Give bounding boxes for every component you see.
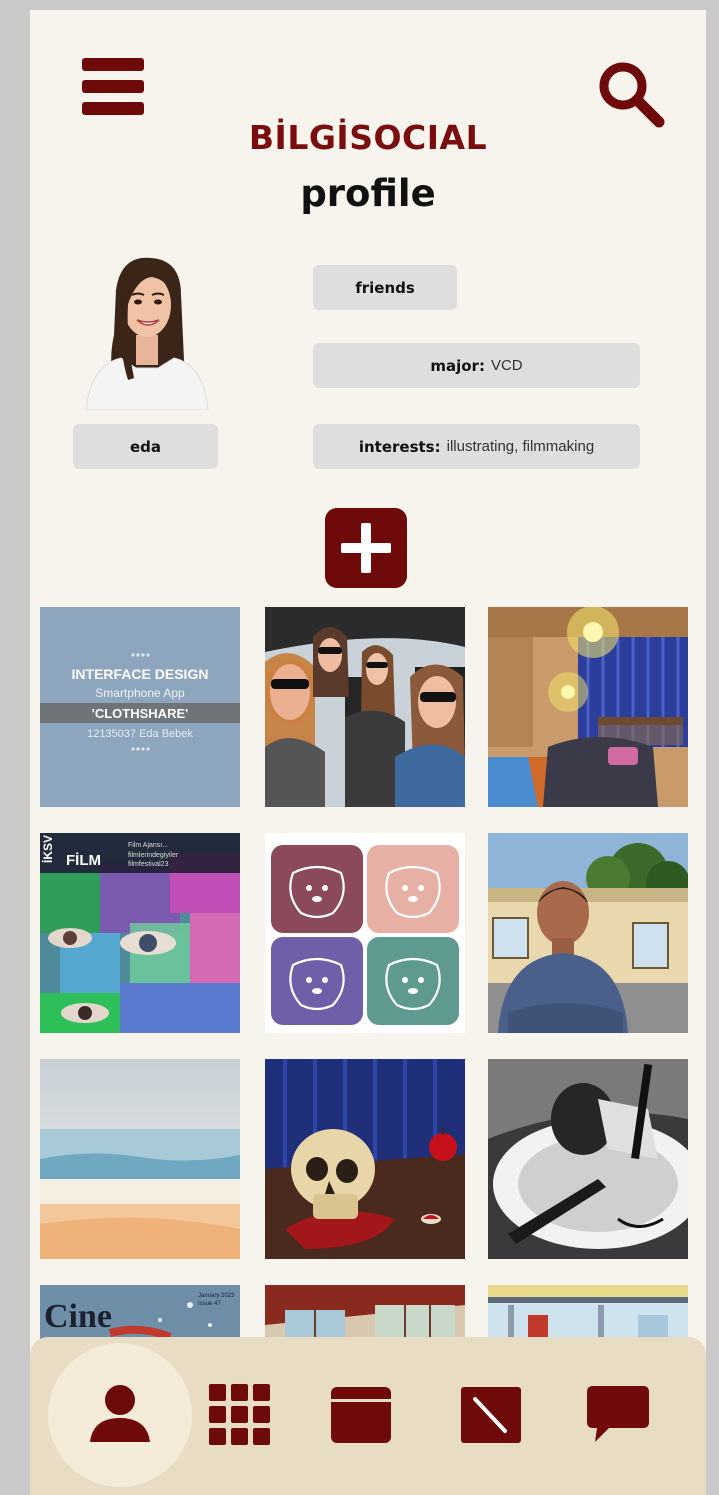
man-street-illustration [488,833,688,1033]
tile-text: January 2023 [198,1293,235,1299]
post-tile[interactable]: INTERFACE DESIGN Smartphone App 'CLOTHSH… [40,607,240,807]
tile-text: INTERFACE DESIGN [72,666,209,682]
beach-painting [40,1059,240,1259]
tile-text: FİLM [66,852,101,869]
major-value: VCD [490,357,523,374]
car-friends-illustration [265,607,465,807]
tile-text: Issue 47 [198,1301,221,1307]
phone-screen: BİLGİSOCIAL profile eda friends major: V… [30,10,706,1495]
chat-bubble-icon [587,1386,649,1442]
pencil-square-icon [461,1387,521,1443]
post-tile[interactable]: İKSV FİLM Film Ajansı... filmlerindegiyi… [40,833,240,1033]
friends-label: friends [355,278,415,297]
profile-name: eda [129,437,162,456]
post-tile[interactable] [40,1059,240,1259]
nav-calendar[interactable] [301,1355,421,1475]
tile-text: 'CLOTHSHARE' [92,706,188,721]
post-tile[interactable] [488,607,688,807]
plate-still-life-bw [488,1059,688,1259]
avatar[interactable] [76,250,216,411]
post-tile[interactable] [488,1059,688,1259]
tile-text: Cine [44,1298,112,1335]
living-room-illustration [488,607,688,807]
interface-design-thumbnail: INTERFACE DESIGN Smartphone App 'CLOTHSH… [40,607,240,807]
dog-icons-grid [265,833,465,1033]
nav-grid[interactable] [180,1355,300,1475]
avatar-illustration [85,257,209,411]
menu-button[interactable] [82,58,146,118]
nav-notes[interactable] [431,1355,551,1475]
tile-text: Smartphone App [95,686,185,700]
post-tile[interactable] [265,607,465,807]
tile-text: 12135037 Eda Bebek [87,728,193,740]
profile-name-badge: eda [73,424,218,469]
bottom-nav [30,1337,706,1495]
interests-value: illustrating, filmmaking [446,438,595,455]
interests-field: interests: illustrating, filmmaking [313,424,640,469]
nav-messages[interactable] [558,1355,678,1475]
menu-icon-bar [82,102,144,115]
tile-text: Film Ajansı... [128,842,168,849]
tile-text: filmfestival23 [128,861,169,868]
profile-icon [90,1385,150,1442]
interests-label: interests: [358,437,441,456]
post-tile[interactable] [488,833,688,1033]
iksv-film-poster: İKSV FİLM Film Ajansı... filmlerindegiyi… [40,833,240,1033]
add-post-button[interactable] [325,508,407,588]
skull-still-life [265,1059,465,1259]
calendar-icon [331,1387,391,1443]
menu-icon-bar [82,58,144,71]
nav-profile[interactable] [48,1343,192,1487]
major-field: major: VCD [313,343,640,388]
menu-icon-bar [82,80,144,93]
grid-icon [209,1384,270,1445]
friends-button[interactable]: friends [313,265,457,310]
major-label: major: [430,356,485,375]
tile-text: İKSV [40,835,55,863]
post-tile[interactable] [265,1059,465,1259]
post-tile[interactable] [265,833,465,1033]
app-brand: BİLGİSOCIAL [248,118,488,157]
tile-text: filmlerindegiyiler [128,852,179,859]
page-title: profile [300,172,436,215]
